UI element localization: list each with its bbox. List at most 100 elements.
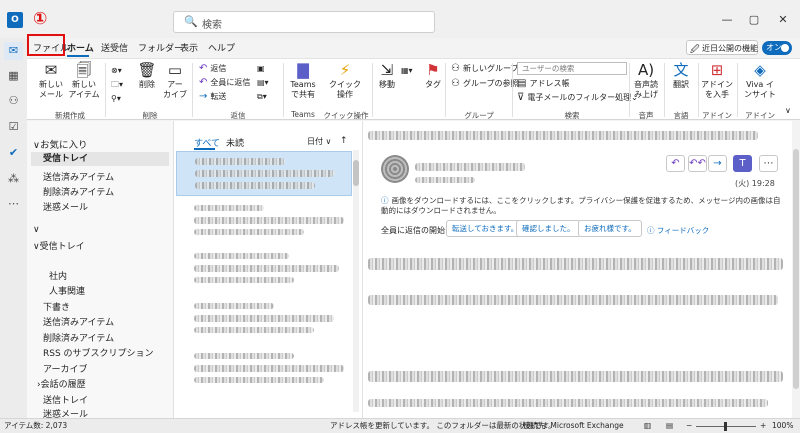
address-book-button[interactable]: ▤ アドレス帳	[517, 78, 569, 89]
quick-reply-button[interactable]: 確認しました。	[516, 220, 581, 237]
fav-junk[interactable]: 迷惑メール	[43, 200, 88, 213]
quick-reply-button[interactable]: お疲れ様です。	[578, 220, 642, 237]
folder-item[interactable]: 送信トレイ	[43, 393, 88, 406]
reading-view-icon[interactable]: ▤	[666, 419, 673, 433]
people-icon[interactable]: ⚇	[4, 92, 23, 110]
more-actions-button[interactable]: ⋯	[759, 155, 778, 172]
new-mail-icon: ✉	[44, 61, 58, 79]
zoom-slider-knob[interactable]	[724, 422, 727, 431]
download-images-notice[interactable]: ⓘ 画像をダウンロードするには、ここをクリックします。プライバシー保護を促進するた…	[381, 196, 781, 216]
tab-send-receive[interactable]: 送受信	[101, 42, 128, 56]
avatar[interactable]	[381, 155, 409, 183]
new-item-button[interactable]: 🗐 新しい アイテム	[67, 62, 101, 100]
user-search-input[interactable]: ユーザーの検索	[517, 62, 627, 75]
list-item[interactable]	[176, 201, 352, 246]
teams-share-button[interactable]: ▇ Teams で共有	[287, 62, 319, 100]
search-box[interactable]: 🔍 検索	[173, 11, 435, 33]
get-addins-button[interactable]: ⊞ アドイン を入手	[700, 62, 734, 100]
forward-button[interactable]: → 転送	[199, 91, 226, 102]
read-aloud-button[interactable]: A) 音声読 み上げ	[632, 62, 660, 100]
restore-button[interactable]: ▢	[743, 12, 765, 28]
im-icon[interactable]: ▤▾	[257, 77, 269, 88]
list-item[interactable]	[176, 249, 352, 294]
move-button[interactable]: ⇲ 移動	[375, 62, 399, 90]
scrollbar-thumb[interactable]	[353, 160, 359, 186]
meeting-icon[interactable]: ▣	[257, 63, 265, 74]
folder-item[interactable]: RSS のサブスクリプション	[43, 346, 154, 359]
favorites-header[interactable]: ∨お気に入り	[33, 137, 87, 151]
apps-icon[interactable]: ⁂	[4, 170, 23, 188]
sort-direction-icon[interactable]: ↑	[340, 136, 348, 146]
tag-button[interactable]: ⚑ タグ	[423, 62, 443, 90]
more-respond-icon[interactable]: ⧉▾	[257, 91, 267, 102]
recent-features-button[interactable]: 🖉 近日公開の機能	[686, 40, 758, 55]
reply-button-pane[interactable]: ↶	[666, 155, 685, 172]
translate-button[interactable]: 文翻訳	[669, 62, 693, 90]
history-folder[interactable]: ›会話の履歴	[37, 377, 86, 390]
new-mail-button[interactable]: ✉ 新しい メール	[36, 62, 66, 100]
browse-groups-button[interactable]: ⚇ グループの参照	[451, 78, 519, 89]
tab-file[interactable]: ファイル	[33, 42, 69, 56]
tab-home[interactable]: ホーム	[67, 42, 94, 56]
scrollbar-thumb[interactable]	[793, 149, 799, 389]
tab-view[interactable]: 表示	[180, 42, 198, 56]
sweep-icon[interactable]: 🗀▾	[111, 79, 123, 90]
delete-options-icon[interactable]: ⊗▾	[111, 65, 122, 76]
filter-tab-unread[interactable]: 未読	[226, 136, 244, 149]
sort-dropdown[interactable]: 日付 ∨	[307, 136, 331, 147]
message-list-scrollbar[interactable]	[353, 150, 359, 412]
zoom-in-icon[interactable]: +	[760, 419, 766, 433]
folder-item[interactable]: 削除済みアイテム	[43, 331, 114, 344]
list-item[interactable]	[176, 349, 352, 394]
quick-steps-button[interactable]: ⚡ クイック 操作	[325, 62, 365, 100]
forward-button-pane[interactable]: →	[708, 155, 727, 172]
reading-pane-scrollbar[interactable]	[792, 121, 800, 418]
viva-insights-button[interactable]: ◈ Viva イ ンサイト	[740, 62, 780, 100]
archive-button[interactable]: ▭ アー カイブ	[161, 62, 189, 100]
close-button[interactable]: ✕	[772, 12, 794, 28]
new-outlook-toggle[interactable]: オン	[762, 41, 792, 55]
account-collapse-icon[interactable]: ∨	[33, 225, 40, 235]
folder-item[interactable]: 送信済みアイテム	[43, 315, 114, 328]
list-item[interactable]	[176, 299, 352, 344]
browse-icon: ⚇	[451, 78, 460, 89]
tab-folder[interactable]: フォルダー	[138, 42, 183, 56]
rules-icon[interactable]: ⚲▾	[111, 93, 121, 104]
tasks-icon[interactable]: ☑	[4, 118, 23, 136]
folder-item[interactable]: 人事関連	[49, 284, 85, 297]
folder-item[interactable]: 下書き	[43, 300, 70, 313]
filter-mail-button[interactable]: ⊽ 電子メールのフィルター処理⌄	[517, 92, 638, 103]
reply-button[interactable]: ↶ 返信	[199, 63, 226, 74]
sender-name	[415, 163, 525, 171]
filter-mail-label: 電子メールのフィルター処理	[527, 93, 632, 102]
recent-features-label: 近日公開の機能	[702, 44, 758, 53]
folder-item[interactable]: 社内	[49, 269, 67, 282]
quick-reply-label: 全員に返信の開始:	[381, 226, 448, 235]
reply-all-button[interactable]: ↶ 全員に返信	[199, 77, 250, 88]
list-item[interactable]	[176, 151, 352, 196]
fav-deleted[interactable]: 削除済みアイテム	[43, 185, 114, 198]
read-aloud-label: 音声読 み上げ	[634, 80, 658, 99]
forward-label: 転送	[210, 92, 227, 101]
normal-view-icon[interactable]: ▥	[644, 419, 651, 433]
delete-button[interactable]: 🗑 削除	[135, 62, 159, 90]
rules-mini-icon[interactable]: ▦▾	[401, 65, 413, 76]
search-icon: 🔍	[184, 15, 198, 28]
zoom-out-icon[interactable]: −	[686, 419, 692, 433]
feedback-link[interactable]: ⓘ フィードバック	[647, 225, 709, 236]
reply-all-button-pane[interactable]: ↶↶	[688, 155, 707, 172]
tab-help[interactable]: ヘルプ	[208, 42, 235, 56]
mail-icon[interactable]: ✉	[4, 42, 23, 60]
ribbon-collapse-icon[interactable]: ∨	[785, 105, 791, 116]
inbox-folder[interactable]: ∨受信トレイ	[33, 239, 85, 252]
teams-share-icon[interactable]: T	[733, 155, 752, 172]
new-group-button[interactable]: ⚇ 新しいグループ	[451, 63, 519, 74]
minimize-button[interactable]: —	[716, 12, 738, 28]
calendar-icon[interactable]: ▦	[4, 67, 23, 85]
todo-icon[interactable]: ✔	[4, 144, 23, 162]
fav-sent[interactable]: 送信済みアイテム	[43, 170, 114, 183]
fav-inbox[interactable]: 受信トレイ	[31, 152, 169, 166]
folder-item[interactable]: アーカイブ	[43, 362, 87, 375]
more-icon[interactable]: ⋯	[4, 195, 23, 213]
quick-reply-button[interactable]: 転送しておきます。	[446, 220, 525, 237]
